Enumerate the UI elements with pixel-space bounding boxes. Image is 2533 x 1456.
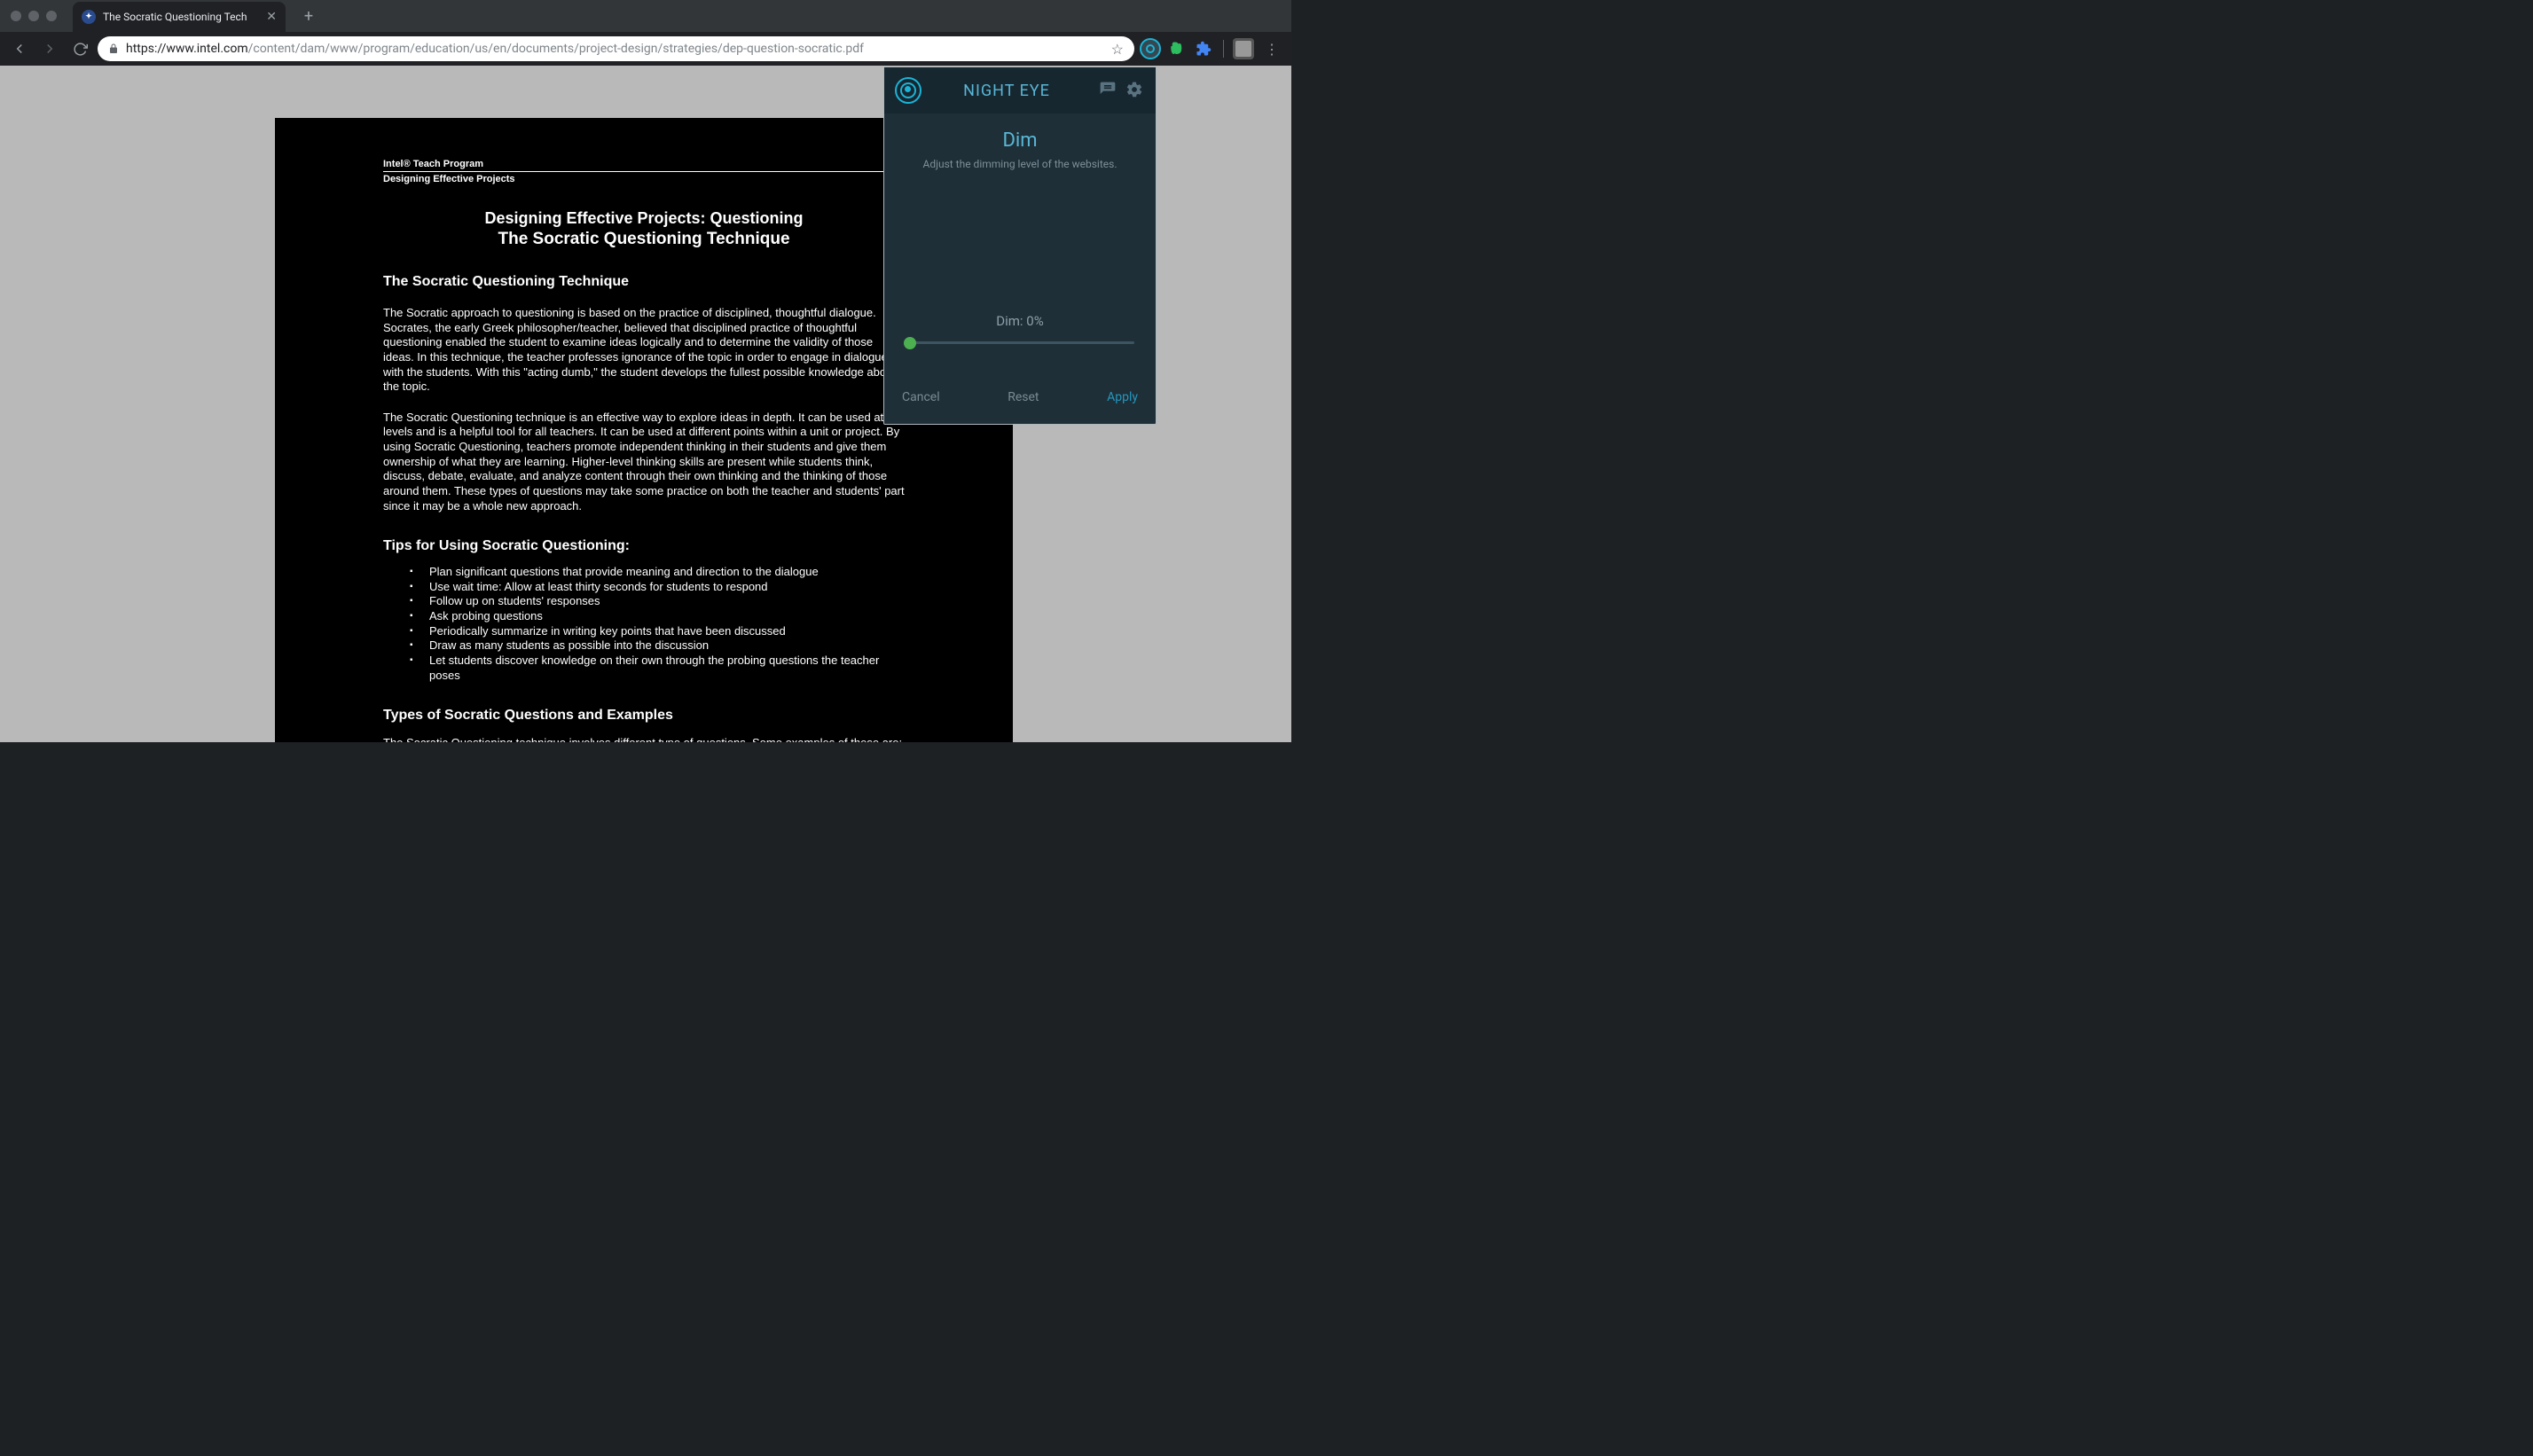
doc-para1: The Socratic approach to questioning is … xyxy=(383,306,905,395)
window-titlebar: ✦ The Socratic Questioning Tech ✕ + xyxy=(0,0,1291,32)
doc-table-intro: The Socratic Questioning technique invol… xyxy=(383,736,905,742)
url-host: https://www.intel.com xyxy=(126,42,248,56)
popup-title: NIGHT EYE xyxy=(921,82,1092,100)
dim-slider[interactable] xyxy=(906,341,1134,344)
new-tab-button[interactable]: + xyxy=(296,4,321,28)
browser-toolbar: https://www.intel.com/content/dam/www/pr… xyxy=(0,32,1291,66)
nighteye-popup: NIGHT EYE Dim Adjust the dimming level o… xyxy=(883,67,1157,425)
doc-tips-list: Plan significant questions that provide … xyxy=(410,565,905,683)
doc-para2: The Socratic Questioning technique is an… xyxy=(383,411,905,513)
page-viewport: Intel® Teach Program Designing Effective… xyxy=(0,66,1291,742)
popup-header: NIGHT EYE xyxy=(884,67,1156,114)
doc-section3-title: Types of Socratic Questions and Examples xyxy=(383,708,905,724)
maximize-window-button[interactable] xyxy=(46,11,57,21)
doc-heading-subtitle: The Socratic Questioning Technique xyxy=(383,230,905,249)
browser-menu-button[interactable]: ⋮ xyxy=(1259,36,1284,61)
tab-title: The Socratic Questioning Tech xyxy=(103,11,257,23)
reload-button[interactable] xyxy=(67,36,92,61)
settings-icon[interactable] xyxy=(1125,81,1145,100)
profile-avatar[interactable] xyxy=(1233,38,1254,59)
dim-slider-label: Dim: 0% xyxy=(902,313,1138,329)
list-item: Ask probing questions xyxy=(410,609,905,624)
list-item: Let students discover knowledge on their… xyxy=(410,654,905,683)
doc-section1-title: The Socratic Questioning Technique xyxy=(383,274,905,290)
extension-icon[interactable] xyxy=(1193,38,1214,59)
nighteye-extension-icon[interactable] xyxy=(1140,38,1161,59)
close-window-button[interactable] xyxy=(11,11,21,21)
list-item: Plan significant questions that provide … xyxy=(410,565,905,580)
popup-body: Dim Adjust the dimming level of the webs… xyxy=(884,114,1156,353)
toolbar-divider xyxy=(1223,40,1224,58)
popup-panel-heading: Dim xyxy=(902,129,1138,152)
minimize-window-button[interactable] xyxy=(28,11,39,21)
list-item: Use wait time: Allow at least thirty sec… xyxy=(410,580,905,595)
browser-tab[interactable]: ✦ The Socratic Questioning Tech ✕ xyxy=(73,2,286,32)
popup-actions: Cancel Reset Apply xyxy=(884,353,1156,424)
apply-button[interactable]: Apply xyxy=(1107,390,1138,404)
close-tab-button[interactable]: ✕ xyxy=(266,10,277,24)
address-bar[interactable]: https://www.intel.com/content/dam/www/pr… xyxy=(98,36,1134,61)
bookmark-star-icon[interactable]: ☆ xyxy=(1111,41,1124,58)
back-button[interactable] xyxy=(7,36,32,61)
doc-program: Intel® Teach Program xyxy=(383,159,905,169)
evernote-extension-icon[interactable] xyxy=(1166,38,1188,59)
feedback-icon[interactable] xyxy=(1099,81,1118,100)
list-item: Draw as many students as possible into t… xyxy=(410,638,905,654)
forward-button[interactable] xyxy=(37,36,62,61)
doc-section2-title: Tips for Using Socratic Questioning: xyxy=(383,538,905,554)
doc-subprogram: Designing Effective Projects xyxy=(383,171,905,184)
list-item: Follow up on students' responses xyxy=(410,594,905,609)
popup-panel-description: Adjust the dimming level of the websites… xyxy=(902,157,1138,171)
window-controls xyxy=(11,11,57,21)
nighteye-logo-icon xyxy=(895,77,921,104)
reset-button[interactable]: Reset xyxy=(1008,390,1039,404)
cancel-button[interactable]: Cancel xyxy=(902,390,940,404)
doc-heading-title: Designing Effective Projects: Questionin… xyxy=(383,209,905,228)
dim-slider-thumb[interactable] xyxy=(904,337,916,349)
tab-favicon: ✦ xyxy=(82,10,96,24)
list-item: Periodically summarize in writing key po… xyxy=(410,624,905,639)
lock-icon xyxy=(108,43,119,54)
url-path: /content/dam/www/program/education/us/en… xyxy=(248,42,864,56)
